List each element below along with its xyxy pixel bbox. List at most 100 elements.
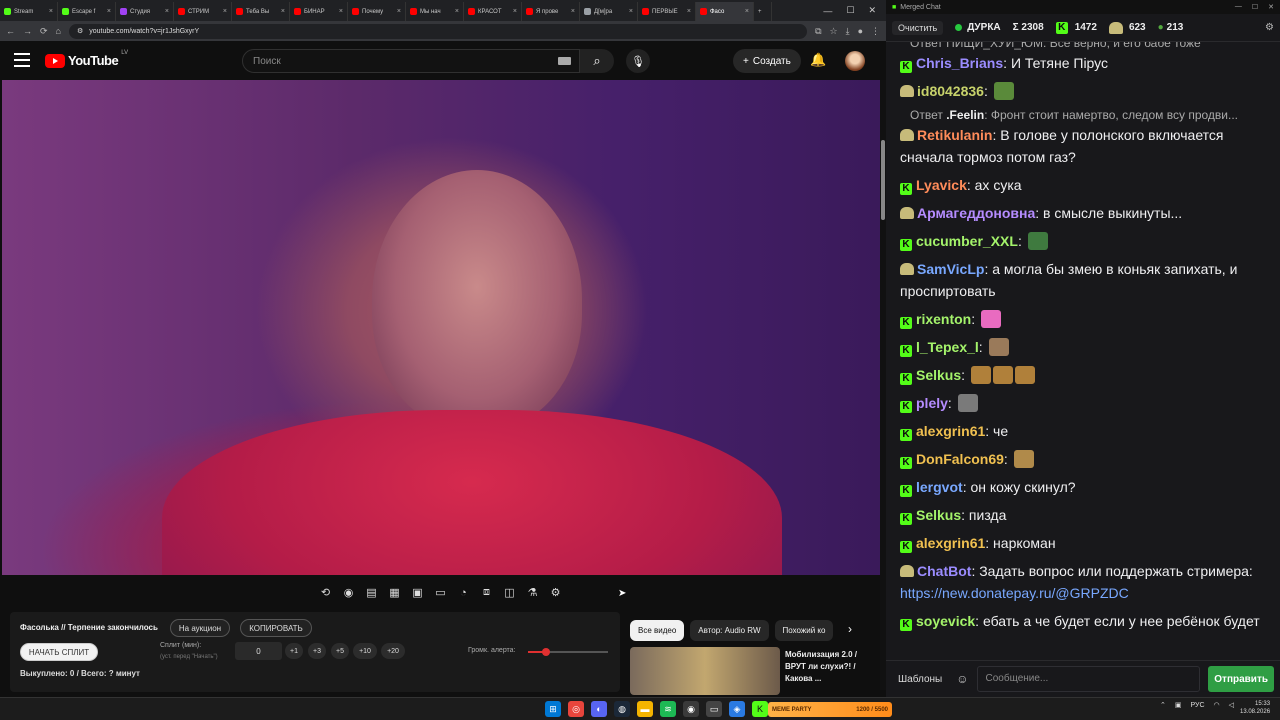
emoji-icon[interactable]: ☺ [956,672,968,686]
bookmark-star-icon[interactable]: ☆ [830,26,838,37]
close-icon[interactable]: ✕ [868,5,876,16]
gear-icon[interactable]: ⚙ [1265,22,1274,33]
meme-party-widget[interactable]: MEME PARTY 1200 / 5500 [768,702,892,717]
chat-username[interactable]: Retikulanin [917,127,992,143]
chat-username[interactable]: DonFalcon69 [916,451,1004,467]
tray-app-icon[interactable]: ▣ [1175,701,1182,709]
download-icon[interactable]: ⤓ [846,26,850,37]
increment-1-button[interactable]: +1 [285,643,303,659]
maximize-icon[interactable]: ☐ [846,5,854,16]
tab-close-icon[interactable]: × [745,8,749,15]
spotify-icon[interactable]: ≋ [660,701,676,717]
chat-link[interactable]: https://new.donatepay.ru/@GRPZDC [900,585,1129,601]
back-icon[interactable]: ← [6,26,15,36]
chip-similar[interactable]: Похожий ко [774,620,834,641]
language-indicator[interactable]: РУС [1191,702,1205,709]
browser-tab[interactable]: Д[м]ра × [580,2,638,21]
browser-tab[interactable]: Студия × [116,2,174,21]
split-minutes-input[interactable]: 0 [235,642,282,660]
tab-close-icon[interactable]: × [49,8,53,15]
maximize-icon[interactable]: ☐ [1252,3,1258,11]
youtube-logo[interactable]: YouTube LV [45,50,128,68]
browser-tab[interactable]: Я прове × [522,2,580,21]
tab-close-icon[interactable]: × [455,8,459,15]
url-field[interactable]: ⚙ youtube.com/watch?v=jr1JshGxyrY [68,23,808,39]
steam-icon[interactable]: ◍ [614,701,630,717]
chat-username[interactable]: plely [916,395,948,411]
tab-close-icon[interactable]: × [687,8,691,15]
increment-10-button[interactable]: +10 [353,643,377,659]
browser-tab[interactable]: Теба Вы × [232,2,290,21]
settings-icon[interactable]: ⚙ [546,583,565,602]
to-auction-button[interactable]: На аукцион [170,619,230,637]
chat-username[interactable]: soyevick [916,613,975,629]
search-input[interactable]: Поиск [242,49,580,73]
browser-tab[interactable]: Почему × [348,2,406,21]
reload-icon[interactable]: ⟳ [40,26,48,37]
chip-all-videos[interactable]: Все видео [630,620,685,641]
recommended-video-thumbnail[interactable] [630,647,780,695]
speed-icon[interactable]: ◔ [454,583,473,602]
extensions-icon[interactable]: ⧉ [815,26,821,37]
scrollbar-thumb[interactable] [881,140,885,220]
avatar[interactable] [845,51,865,71]
tab-close-icon[interactable]: × [339,8,343,15]
browser-tab[interactable]: Escape f × [58,2,116,21]
minimize-icon[interactable]: — [1235,3,1242,11]
site-info-icon[interactable]: ⚙ [77,27,83,35]
start-split-button[interactable]: НАЧАТЬ СПЛИТ [20,643,98,661]
increment-3-button[interactable]: +3 [308,643,326,659]
tray-chevron-icon[interactable]: ⌃ [1160,701,1166,709]
cinema-icon[interactable]: ▭ [431,583,450,602]
browser-tab[interactable]: Фасо × [696,2,754,21]
chat-username[interactable]: l_Tepex_l [916,339,979,355]
profile-icon[interactable]: ● [858,26,863,36]
video-player[interactable] [2,80,882,575]
tab-close-icon[interactable]: × [223,8,227,15]
browser-tab[interactable]: ПЕРВЫЕ × [638,2,696,21]
send-button[interactable]: Отправить [1208,666,1274,692]
chip-author[interactable]: Автор: Audio RW [690,620,769,641]
chat-username[interactable]: ChatBot [917,563,971,579]
tab-close-icon[interactable]: × [397,8,401,15]
chat-username[interactable]: cucumber_XXL [916,233,1018,249]
increment-20-button[interactable]: +20 [381,643,405,659]
browser-tab[interactable]: СТРИМ × [174,2,232,21]
alert-volume-slider[interactable] [528,648,608,656]
browser-icon[interactable]: ◈ [729,701,745,717]
chat-username[interactable]: Lyavick [916,177,967,193]
folder-icon[interactable]: ▬ [637,701,653,717]
chat-username[interactable]: rixenton [916,311,971,327]
chat-username[interactable]: lergvot [916,479,963,495]
start-windows-icon[interactable]: ⊞ [545,701,561,717]
new-tab-icon[interactable]: + [754,2,772,21]
chat-username[interactable]: Армагеддоновна [917,205,1035,221]
clear-button[interactable]: Очистить [892,20,944,35]
chat-username[interactable]: alexgrin61 [916,423,985,439]
browser-tab[interactable]: БИНАР × [290,2,348,21]
search-icon[interactable]: ⌕ [580,49,614,73]
screenshot-icon[interactable]: ◫ [500,583,519,602]
browser-menu-icon[interactable]: ⋮ [871,26,880,37]
browser-tab[interactable]: Мы нач × [406,2,464,21]
tab-close-icon[interactable]: × [629,8,633,15]
chrome-icon[interactable]: ◎ [568,701,584,717]
app-icon[interactable]: ▭ [706,701,722,717]
chevron-right-icon[interactable]: › [848,622,852,636]
chat-username[interactable]: Selkus [916,507,961,523]
keyboard-icon[interactable] [558,57,571,65]
microphone-icon[interactable]: 🎙 [626,49,650,73]
create-button[interactable]: + Создать [733,49,801,73]
tab-close-icon[interactable]: × [513,8,517,15]
wifi-icon[interactable]: ◠ [1214,701,1220,709]
volume-icon[interactable]: ◁ [1229,701,1234,709]
clip-icon[interactable]: ▦ [385,583,404,602]
picture-in-picture-icon[interactable]: ⧈ [477,583,496,602]
screen-icon[interactable]: ▣ [408,583,427,602]
alert-volume-knob[interactable] [541,648,550,656]
copy-button[interactable]: КОПИРОВАТЬ [240,619,312,637]
tab-close-icon[interactable]: × [107,8,111,15]
loop-icon[interactable]: ⟲ [316,583,335,602]
flask-icon[interactable]: ⚗ [523,583,542,602]
menu-icon[interactable] [14,53,30,67]
